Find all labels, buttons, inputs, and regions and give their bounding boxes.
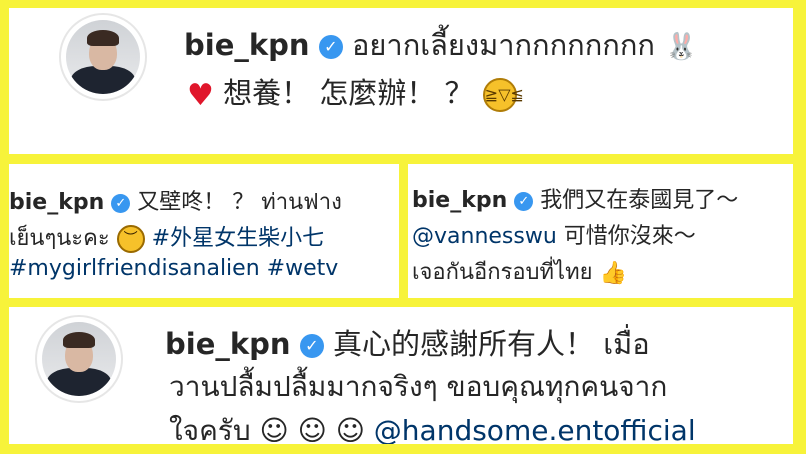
mention-link[interactable]: @handsome.entofficial [374,414,696,444]
rabbit-face-icon: 🐰 [665,32,698,62]
avatar[interactable] [59,13,147,101]
post-panel-2: bie_kpn ✓ 又壁咚！ ？ ท่านฟาง เย็นๆนะคะ ︶ #外星… [9,164,399,298]
mention-link[interactable]: @vannesswu [412,224,557,249]
caption-line-3: เจอกันอีกรอบที่ไทย [412,260,593,285]
caption-line-2: 想養！ 怎麼辦！ ？ [223,76,474,110]
username[interactable]: bie_kpn [184,28,310,62]
username[interactable]: bie_kpn [9,190,104,215]
frowning-face-icon: ︶ [116,225,145,253]
username[interactable]: bie_kpn [412,188,507,213]
username[interactable]: bie_kpn [165,327,291,361]
caption-line-1: อยากเลี้ยงมากกกกกกกก [352,28,655,62]
caption-line-3: ใจครับ ☺ ☺ ☺ [169,414,365,444]
caption-line-1: 又壁咚！ ？ ท่านฟาง [137,190,342,215]
caption-line-2: เย็นๆนะคะ [9,226,110,251]
verified-badge-icon: ✓ [299,334,324,358]
red-heart-icon: ♥ [187,77,214,113]
thumbs-up-icon: 👍 [599,260,627,286]
post-panel-4: bie_kpn ✓ 真心的感謝所有人！ เมื่อ วานปลื้มปลื้มม… [9,307,793,444]
caption-line-1: 我們又在泰國見了～ [540,188,739,213]
hashtag-link[interactable]: #mygirlfriendisanalien [9,256,260,281]
verified-badge-icon: ✓ [318,35,343,59]
laughing-face-icon: ≧▽≦ [482,78,524,112]
avatar[interactable] [35,315,123,403]
verified-badge-icon: ✓ [111,193,131,213]
post-panel-3: bie_kpn ✓ 我們又在泰國見了～ @vannesswu 可惜你沒來～ เจ… [408,164,793,298]
caption-line-2: 可惜你沒來～ [563,224,696,249]
hashtag-link[interactable]: #外星女生柴小七 [152,226,324,251]
hashtag-link[interactable]: #wetv [267,256,339,281]
caption-line-2: วานปลื้มปลื้มมากจริงๆ ขอบคุณทุกคนจาก [169,370,668,403]
caption-line-1: 真心的感謝所有人！ เมื่อ [333,327,650,361]
post-panel-1: bie_kpn ✓ อยากเลี้ยงมากกกกกกกก 🐰 ♥ 想養！ 怎… [9,8,793,154]
verified-badge-icon: ✓ [514,191,534,211]
